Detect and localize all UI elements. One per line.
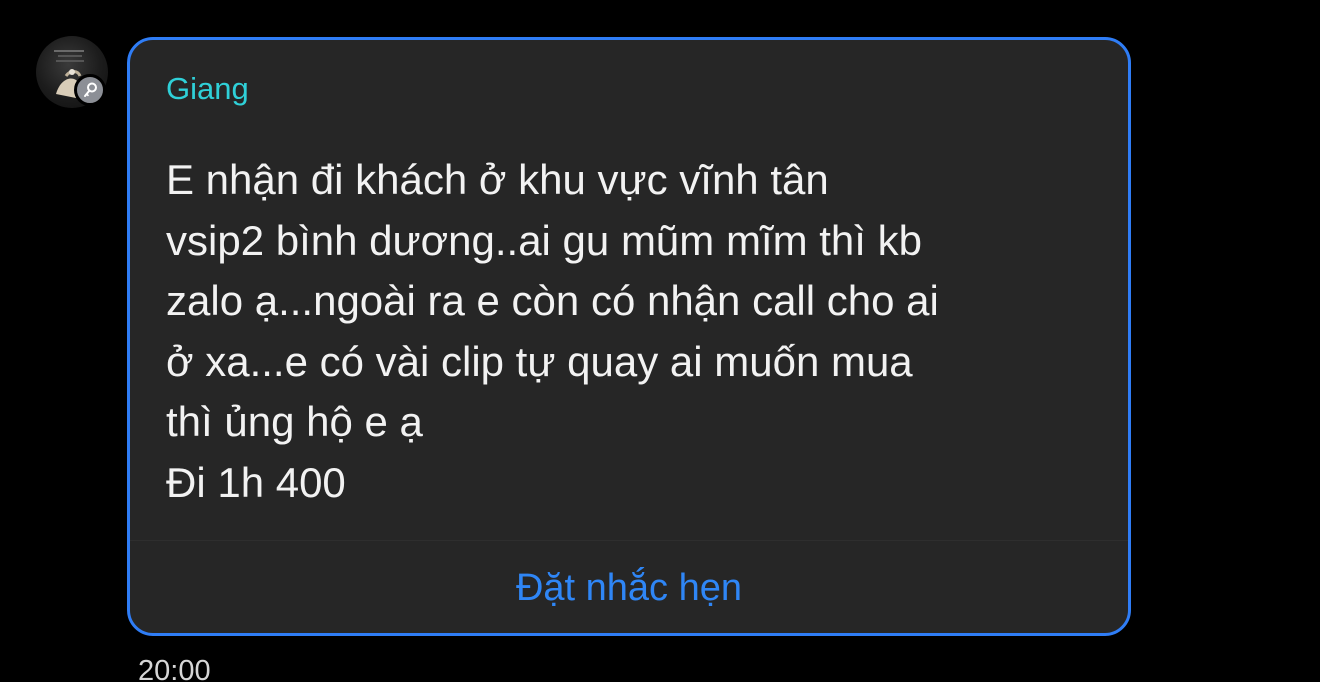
message-line: zalo ạ...ngoài ra e còn có nhận call cho… xyxy=(166,277,939,324)
message-bubble[interactable]: Giang E nhận đi khách ở khu vực vĩnh tân… xyxy=(127,37,1131,636)
message-line: E nhận đi khách ở khu vực vĩnh tân xyxy=(166,156,829,203)
avatar-container[interactable] xyxy=(36,36,110,110)
chat-screen: Giang E nhận đi khách ở khu vực vĩnh tân… xyxy=(0,0,1320,682)
avatar-badge xyxy=(74,74,106,106)
message-line: thì ủng hộ e ạ xyxy=(166,398,423,445)
message-line: ở xa...e có vài clip tự quay ai muốn mua xyxy=(166,337,913,385)
sender-name[interactable]: Giang xyxy=(166,71,249,107)
message-text: E nhận đi khách ở khu vực vĩnh tân vsip2… xyxy=(166,150,1106,513)
message-timestamp: 20:00 xyxy=(138,655,211,682)
set-reminder-button[interactable]: Đặt nhắc hẹn xyxy=(130,541,1128,633)
key-icon xyxy=(84,82,97,97)
message-line: Đi 1h 400 xyxy=(166,458,346,506)
message-line: vsip2 bình dương..ai gu mũm mĩm thì kb xyxy=(166,216,922,264)
